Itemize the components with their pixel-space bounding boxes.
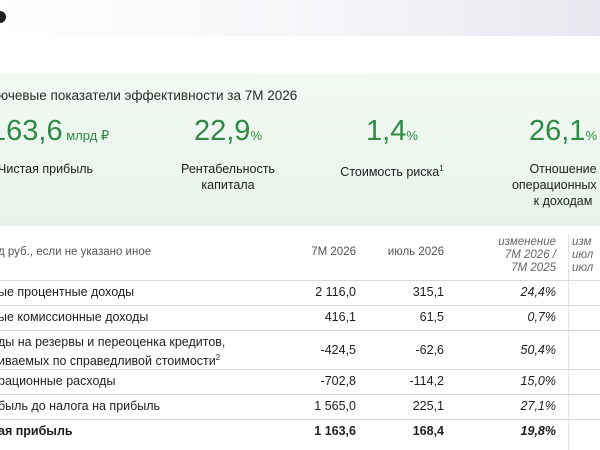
- row-value-july: 61,5: [419, 310, 444, 324]
- kpi-roe: 22,9% Рентабельность капитала: [168, 114, 288, 193]
- row-value-7m: -702,8: [320, 374, 356, 388]
- row-value-july: 168,4: [412, 424, 444, 438]
- row-change: 15,0%: [520, 374, 556, 388]
- kpi-label: Отношениеоперационных рак доходам: [511, 162, 600, 208]
- footnote-ref: 2: [215, 353, 221, 362]
- table-row: ые комиссионные доходы 416,1 61,5 0,7%: [0, 306, 600, 331]
- row-change: 27,1%: [520, 399, 556, 413]
- kpi-label: Стоимость риска1: [340, 164, 444, 180]
- row-label: быль до налога на прибыль: [0, 399, 161, 413]
- row-label: ые процентные доходы: [0, 285, 135, 299]
- row-value-july: 225,1: [412, 399, 444, 413]
- row-value-july: -114,2: [409, 374, 444, 388]
- header-change-july: изм июл июл: [572, 236, 594, 274]
- table-row: ды на резервы и переоценка кредитов, ивае…: [0, 331, 600, 370]
- row-value-7m: 416,1: [324, 310, 356, 324]
- header-july: июль 2026: [387, 246, 444, 258]
- row-value-7m: 1 163,6: [314, 424, 356, 438]
- row-label: ды на резервы и переоценка кредитов, ивае…: [0, 335, 226, 369]
- kpi-label: Чистая прибыль: [0, 162, 93, 176]
- kpi-label: Рентабельность капитала: [181, 162, 275, 192]
- row-value-7m: -424,5: [320, 343, 356, 357]
- row-label: рационные расходы: [0, 374, 116, 388]
- header-7m: 7М 2026: [311, 246, 356, 258]
- row-value-7m: 1 565,0: [314, 399, 356, 413]
- kpi-heading: ючевые показатели эффективности за 7М 20…: [0, 88, 298, 103]
- row-change: 19,8%: [520, 424, 556, 438]
- row-value-july: -62,6: [415, 343, 445, 357]
- logo-mark: [0, 11, 6, 23]
- footnote-ref: 1: [439, 164, 444, 173]
- row-change: 0,7%: [527, 310, 557, 324]
- table-row: ые процентные доходы 2 116,0 315,1 24,4%: [0, 281, 600, 306]
- kpi-value: 26,1%: [528, 115, 597, 147]
- kpi-net-profit: 163,6 млрд ₽ Чистая прибыль: [0, 114, 130, 177]
- header-change-7m: изменение 7М 2026 /7М 2025: [498, 236, 556, 274]
- row-change: 24,4%: [520, 285, 556, 299]
- table-row-total: ая прибыль 1 163,6 168,4 19,8%: [0, 420, 600, 444]
- row-label: ая прибыль: [0, 424, 73, 438]
- row-label: ые комиссионные доходы: [0, 310, 149, 324]
- kpi-cost-of-risk: 1,4% Стоимость риска1: [332, 114, 452, 180]
- kpi-value: 22,9%: [193, 115, 262, 147]
- header-units: д руб., если не указано иное: [0, 246, 152, 258]
- top-bar: [0, 0, 600, 36]
- kpi-value: 1,4%: [366, 115, 418, 147]
- row-value-7m: 2 116,0: [315, 285, 356, 299]
- table-row: быль до налога на прибыль 1 565,0 225,1 …: [0, 395, 600, 420]
- row-value-july: 315,1: [412, 285, 444, 299]
- table-row: рационные расходы -702,8 -114,2 15,0%: [0, 370, 600, 395]
- row-change: 50,4%: [520, 343, 556, 357]
- kpi-cost-income: 26,1% Отношениеоперационных рак доходам: [488, 114, 600, 209]
- kpi-value: 163,6 млрд ₽: [0, 115, 110, 147]
- table-header: д руб., если не указано иное 7М 2026 июл…: [0, 234, 600, 280]
